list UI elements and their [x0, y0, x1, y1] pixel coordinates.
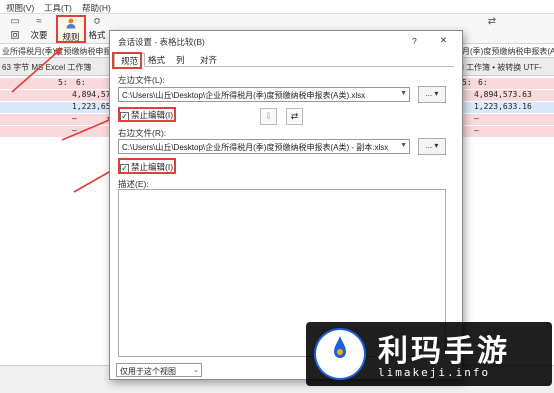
- chevron-down-icon: ⌄: [193, 367, 199, 374]
- right-file-path: C:\Users\山丘\Desktop\企业所得税月(季)度预缴纳税申报表(A类…: [122, 143, 389, 152]
- arrow-down-icon: ⇩: [264, 111, 273, 121]
- brand-logo-icon: [314, 328, 366, 380]
- chevron-down-icon: ▼: [400, 142, 407, 149]
- watermark: 利玛手游 limakeji.info: [306, 322, 552, 386]
- highlight-tab: [112, 52, 142, 69]
- dots-label: ...: [425, 141, 433, 150]
- swap-icon: ⇄: [290, 111, 299, 121]
- close-button[interactable]: ✕: [440, 35, 447, 46]
- watermark-title: 利玛手游: [378, 334, 510, 369]
- left-file-label: 左边文件(L):: [118, 75, 165, 85]
- browse-left-button[interactable]: ... ▾: [418, 86, 446, 103]
- arrow-down-button[interactable]: ⇩: [260, 108, 277, 125]
- chevron-down-icon: ▼: [400, 90, 407, 97]
- highlight-lock-right: [118, 158, 176, 174]
- swap-files-button[interactable]: ⇄: [286, 108, 303, 125]
- help-button[interactable]: ?: [412, 36, 417, 46]
- tab-columns[interactable]: 列: [170, 53, 191, 67]
- app-window: 视图(V) 工具(T) 帮助(H) ▭ 回 ≈ 次要 规则 ≎ 格式 ⇄ 业所得…: [0, 0, 554, 393]
- dialog-title: 会话设置 - 表格比较(B): [118, 37, 205, 47]
- save-scope-select[interactable]: 仅用于这个视图 ⌄: [116, 363, 202, 377]
- left-file-input[interactable]: C:\Users\山丘\Desktop\企业所得税月(季)度预缴纳税申报表(A类…: [118, 87, 410, 102]
- save-scope-value: 仅用于这个视图: [120, 367, 176, 376]
- tab-align[interactable]: 对齐: [194, 53, 223, 67]
- watermark-url: limakeji.info: [378, 366, 491, 379]
- browse-right-button[interactable]: ... ▾: [418, 138, 446, 155]
- left-file-path: C:\Users\山丘\Desktop\企业所得税月(季)度预缴纳税申报表(A类…: [122, 91, 366, 100]
- dots-label: ...: [425, 89, 433, 98]
- dialog-tabs: 规范 格式 列 对齐: [114, 53, 454, 67]
- highlight-lock-left: [118, 107, 176, 122]
- dialog-titlebar: 会话设置 - 表格比较(B) ? ✕: [110, 31, 462, 51]
- right-file-input[interactable]: C:\Users\山丘\Desktop\企业所得税月(季)度预缴纳税申报表(A类…: [118, 139, 410, 154]
- right-file-label: 右边文件(R):: [118, 128, 167, 138]
- tab-format[interactable]: 格式: [142, 53, 171, 67]
